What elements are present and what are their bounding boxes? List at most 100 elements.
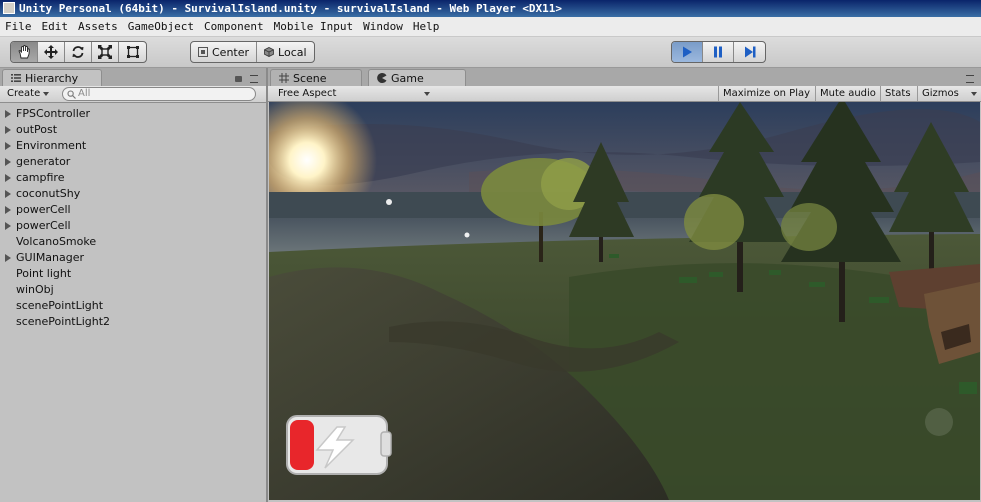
chevron-down-icon	[43, 92, 50, 96]
expand-arrow-icon[interactable]	[5, 190, 11, 198]
menu-mobile-input[interactable]: Mobile Input	[269, 17, 358, 36]
expand-arrow-icon[interactable]	[5, 126, 11, 134]
create-button[interactable]: Create	[4, 87, 52, 101]
hierarchy-item-label: winObj	[16, 283, 54, 296]
pivot-center-icon	[198, 47, 208, 57]
create-label: Create	[7, 88, 41, 99]
hierarchy-item[interactable]: Environment	[0, 138, 266, 154]
tab-scene[interactable]: Scene	[270, 69, 362, 86]
rect-tool-button[interactable]	[119, 42, 146, 62]
hand-tool-button[interactable]	[11, 42, 38, 62]
hierarchy-item-label: powerCell	[16, 203, 71, 216]
game-tab-label: Game	[391, 71, 424, 85]
expand-arrow-icon[interactable]	[5, 174, 11, 182]
tab-game[interactable]: Game	[368, 69, 466, 86]
hierarchy-item[interactable]: powerCell	[0, 202, 266, 218]
aspect-label: Free Aspect	[278, 88, 337, 99]
scale-tool-button[interactable]	[92, 42, 119, 62]
aspect-dropdown[interactable]: Free Aspect	[274, 86, 434, 101]
hierarchy-item[interactable]: scenePointLight2	[0, 314, 266, 330]
scale-icon	[98, 45, 112, 59]
hierarchy-panel: Hierarchy Create All FPSController outPos…	[0, 68, 268, 502]
expand-arrow-icon[interactable]	[5, 206, 11, 214]
game-panel: Scene Game Free Aspect Maximize on Play …	[268, 68, 981, 502]
main-toolbar: Center Local	[0, 37, 981, 68]
hierarchy-item-label: Point light	[16, 267, 72, 280]
search-icon	[67, 89, 76, 99]
hierarchy-search-input[interactable]: All	[62, 87, 256, 101]
search-placeholder: All	[78, 88, 91, 99]
menu-window[interactable]: Window	[358, 17, 408, 36]
hierarchy-item-label: Environment	[16, 139, 87, 152]
expand-arrow-icon[interactable]	[5, 254, 11, 262]
step-icon	[744, 46, 755, 58]
play-icon	[683, 46, 692, 58]
move-tool-button[interactable]	[38, 42, 65, 62]
panel-menu-icon[interactable]	[250, 75, 258, 83]
hierarchy-tab-label: Hierarchy	[25, 71, 79, 85]
stats-button[interactable]: Stats	[880, 86, 915, 101]
hierarchy-item[interactable]: GUIManager	[0, 250, 266, 266]
menu-assets[interactable]: Assets	[73, 17, 123, 36]
pivot-local-button[interactable]: Local	[257, 42, 314, 62]
menu-file[interactable]: File	[0, 17, 37, 36]
hierarchy-item-label: scenePointLight	[16, 299, 104, 312]
menu-edit[interactable]: Edit	[37, 17, 74, 36]
lock-icon[interactable]	[235, 76, 242, 82]
hierarchy-item-label: outPost	[16, 123, 58, 136]
hierarchy-item-label: coconutShy	[16, 187, 81, 200]
mute-audio-button[interactable]: Mute audio	[815, 86, 880, 101]
hierarchy-item[interactable]: Point light	[0, 266, 266, 282]
hierarchy-item-label: generator	[16, 155, 71, 168]
pivot-center-label: Center	[212, 45, 250, 59]
unity-app-icon	[3, 2, 15, 14]
hierarchy-item[interactable]: VolcanoSmoke	[0, 234, 266, 250]
play-controls	[671, 41, 766, 63]
gizmos-label: Gizmos	[922, 88, 959, 99]
hand-icon	[18, 45, 30, 59]
battery-power-hud	[286, 415, 392, 475]
game-tab-row: Scene Game	[268, 68, 981, 86]
window-title: Unity Personal (64bit) - SurvivalIsland.…	[19, 2, 563, 15]
hierarchy-item-label: FPSController	[16, 107, 91, 120]
expand-arrow-icon[interactable]	[5, 142, 11, 150]
menu-bar: File Edit Assets GameObject Component Mobile …	[0, 17, 981, 37]
maximize-on-play-button[interactable]: Maximize on Play	[718, 86, 814, 101]
hierarchy-item[interactable]: generator	[0, 154, 266, 170]
hierarchy-item[interactable]: coconutShy	[0, 186, 266, 202]
pivot-local-label: Local	[278, 45, 307, 59]
hierarchy-item[interactable]: FPSController	[0, 106, 266, 122]
gizmos-dropdown[interactable]: Gizmos	[917, 86, 981, 101]
pivot-center-button[interactable]: Center	[191, 42, 258, 62]
pacman-icon	[377, 73, 387, 83]
expand-arrow-icon[interactable]	[5, 110, 11, 118]
expand-arrow-icon[interactable]	[5, 158, 11, 166]
step-button[interactable]	[734, 42, 765, 62]
menu-help[interactable]: Help	[408, 17, 445, 36]
panel-menu-icon[interactable]	[966, 75, 974, 83]
pause-button[interactable]	[703, 42, 734, 62]
rotate-tool-button[interactable]	[65, 42, 92, 62]
expand-arrow-icon[interactable]	[5, 222, 11, 230]
menu-component[interactable]: Component	[199, 17, 269, 36]
cube-icon	[264, 47, 274, 57]
hierarchy-item[interactable]: campfire	[0, 170, 266, 186]
hierarchy-item[interactable]: outPost	[0, 122, 266, 138]
hierarchy-toolbar: Create All	[0, 86, 266, 103]
hierarchy-tab-row: Hierarchy	[0, 68, 266, 86]
hierarchy-item[interactable]: powerCell	[0, 218, 266, 234]
move-icon	[44, 45, 58, 59]
game-toolbar: Free Aspect Maximize on Play Mute audio …	[268, 86, 981, 102]
menu-gameobject[interactable]: GameObject	[123, 17, 199, 36]
hierarchy-item[interactable]: winObj	[0, 282, 266, 298]
game-scene-render	[269, 102, 980, 500]
tab-hierarchy[interactable]: Hierarchy	[2, 69, 102, 86]
game-viewport[interactable]	[269, 102, 980, 500]
hierarchy-list: FPSController outPost Environment generator…	[0, 106, 266, 330]
hierarchy-item-label: GUIManager	[16, 251, 85, 264]
hierarchy-item-label: scenePointLight2	[16, 315, 111, 328]
rect-icon	[126, 46, 139, 58]
transform-tools	[10, 41, 147, 63]
play-button[interactable]	[672, 42, 703, 62]
hierarchy-item[interactable]: scenePointLight	[0, 298, 266, 314]
